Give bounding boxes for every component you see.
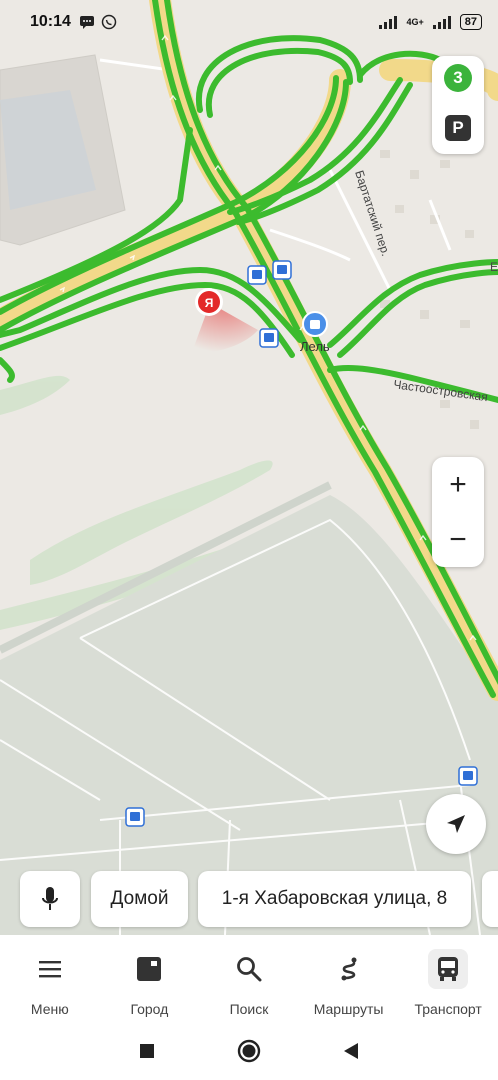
- user-location-marker[interactable]: Я: [195, 288, 223, 316]
- routes-icon: [341, 957, 357, 981]
- zoom-out-button[interactable]: −: [432, 512, 484, 567]
- user-marker-letter: Я: [205, 296, 214, 310]
- nav-label-search: Поиск: [229, 1001, 269, 1017]
- message-icon: [79, 16, 94, 29]
- voice-search-button[interactable]: [20, 871, 80, 927]
- nav-label-routes: Маршруты: [313, 1001, 384, 1017]
- status-bar: 10:14 4G+ 87: [0, 0, 498, 44]
- nav-search[interactable]: Поиск: [199, 935, 299, 1021]
- nav-transport[interactable]: Транспорт: [398, 935, 498, 1021]
- nav-routes[interactable]: Маршруты: [299, 935, 399, 1021]
- nav-city[interactable]: Город: [100, 935, 200, 1021]
- battery-level: 87: [459, 14, 482, 30]
- network-type: 4G+: [406, 17, 424, 27]
- shop-poi-marker[interactable]: [302, 311, 328, 337]
- bus-stop-icon[interactable]: [259, 328, 279, 348]
- signal-icon: [432, 16, 451, 29]
- recent-apps-icon[interactable]: [139, 1043, 155, 1059]
- poi-label-lel: Лель: [300, 339, 330, 354]
- suggestion-chips: Домой 1-я Хабаровская улица, 8: [0, 871, 498, 927]
- search-icon: [237, 957, 262, 982]
- parking-layer-button[interactable]: P: [445, 115, 471, 141]
- zoom-panel: + −: [432, 457, 484, 567]
- layers-panel: 3 P: [432, 56, 484, 154]
- navigation-arrow-icon: [447, 815, 465, 833]
- more-chip[interactable]: [482, 871, 498, 927]
- back-icon[interactable]: [343, 1042, 359, 1060]
- city-icon: [137, 957, 162, 981]
- menu-icon: [38, 961, 61, 978]
- home-icon[interactable]: [237, 1039, 261, 1063]
- bottom-navigation: Меню Город Поиск Маршруты Транспорт: [0, 935, 498, 1021]
- nav-label-menu: Меню: [30, 1001, 69, 1017]
- address-chip[interactable]: 1-я Хабаровская улица, 8: [198, 871, 471, 927]
- home-chip[interactable]: Домой: [91, 871, 188, 927]
- traffic-level-button[interactable]: 3: [444, 64, 472, 92]
- signal-icon: [379, 16, 398, 29]
- street-label-edge: Е: [490, 260, 498, 274]
- nav-label-transport: Транспорт: [414, 1001, 482, 1017]
- nav-label-city: Город: [130, 1001, 169, 1017]
- zoom-in-button[interactable]: +: [432, 457, 484, 512]
- microphone-icon: [42, 887, 58, 910]
- viber-icon: [101, 14, 117, 30]
- system-navigation-bar: [0, 1021, 498, 1080]
- nav-menu[interactable]: Меню: [0, 935, 100, 1021]
- bus-stop-icon[interactable]: [125, 807, 145, 827]
- bus-stop-icon[interactable]: [458, 766, 478, 786]
- status-time: 10:14: [30, 13, 71, 30]
- bus-stop-icon[interactable]: [247, 265, 267, 285]
- my-location-button[interactable]: [426, 794, 486, 854]
- bus-icon: [438, 957, 459, 981]
- bus-stop-icon[interactable]: [272, 260, 292, 280]
